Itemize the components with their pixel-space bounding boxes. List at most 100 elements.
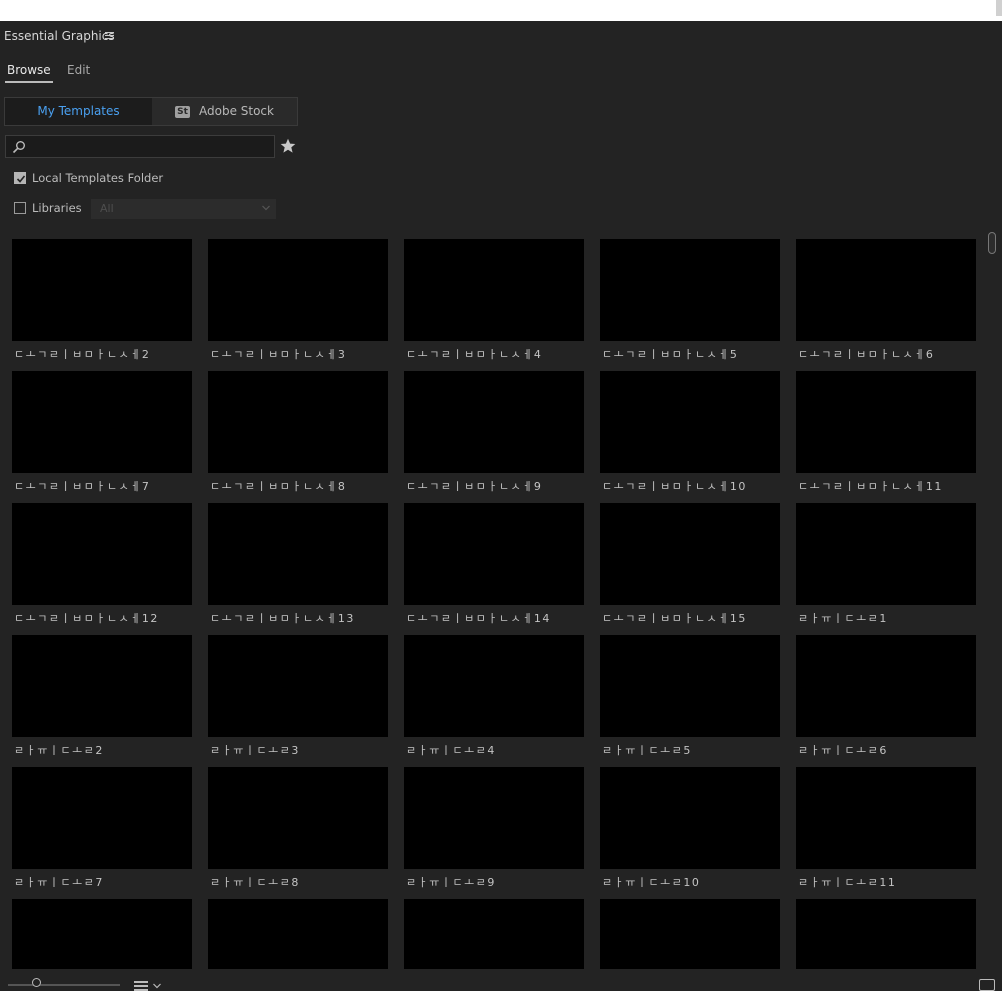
panel-title: Essential Graphics (4, 29, 115, 43)
template-thumbnail[interactable] (12, 503, 192, 605)
template-thumbnail[interactable] (208, 767, 388, 869)
template-thumbnail[interactable] (404, 503, 584, 605)
template-thumbnail[interactable] (12, 371, 192, 473)
template-tile[interactable]: ㄷㅗㄱㄹㅣㅂㅁㅏㄴㅅㅔ8 (208, 371, 388, 499)
template-thumbnail[interactable] (600, 635, 780, 737)
template-grid: ㄷㅗㄱㄹㅣㅂㅁㅏㄴㅅㅔ2 ㄷㅗㄱㄹㅣㅂㅁㅏㄴㅅㅔ3 ㄷㅗㄱㄹㅣㅂㅁㅏㄴㅅㅔ4 ㄷㅗㄱㄹ… (0, 231, 984, 969)
template-tile[interactable]: ㄷㅗㄱㄹㅣㅂㅁㅏㄴㅅㅔ4 (404, 239, 584, 367)
template-thumbnail[interactable] (404, 635, 584, 737)
tab-browse[interactable]: Browse (5, 63, 53, 83)
template-thumbnail[interactable] (796, 635, 976, 737)
template-thumbnail[interactable] (12, 635, 192, 737)
template-label: ㄹㅏㅠㅣㄷㅗㄹ5 (602, 744, 692, 757)
template-thumbnail[interactable] (796, 767, 976, 869)
template-thumbnail[interactable] (796, 503, 976, 605)
template-tile[interactable]: ㄷㅗㄱㄹㅣㅂㅁㅏㄴㅅㅔ15 (600, 503, 780, 631)
bottom-toolbar (0, 973, 1002, 991)
libraries-select-value: All (100, 202, 114, 215)
adobe-stock-icon: St (175, 106, 190, 118)
scrollbar-thumb[interactable] (988, 232, 996, 254)
template-tile[interactable]: ㄷㅗㄱㄹㅣㅂㅁㅏㄴㅅㅔ11 (796, 371, 976, 499)
grid-scrollbar[interactable] (985, 231, 999, 969)
local-templates-checkbox[interactable] (14, 172, 26, 184)
thumbnail-size-slider[interactable] (8, 984, 120, 986)
template-tile[interactable]: ㄷㅗㄱㄹㅣㅂㅁㅏㄴㅅㅔ7 (12, 371, 192, 499)
template-thumbnail[interactable] (796, 371, 976, 473)
template-thumbnail[interactable] (600, 239, 780, 341)
template-thumbnail[interactable] (600, 767, 780, 869)
template-tile[interactable] (404, 899, 584, 969)
template-tile[interactable]: ㄹㅏㅠㅣㄷㅗㄹ4 (404, 635, 584, 763)
list-sort-icon[interactable] (134, 981, 148, 991)
template-label: ㄷㅗㄱㄹㅣㅂㅁㅏㄴㅅㅔ6 (798, 348, 935, 361)
template-tile[interactable] (796, 899, 976, 969)
template-tile[interactable]: ㄹㅏㅠㅣㄷㅗㄹ7 (12, 767, 192, 895)
template-label: ㄹㅏㅠㅣㄷㅗㄹ1 (798, 612, 888, 625)
template-label: ㄷㅗㄱㄹㅣㅂㅁㅏㄴㅅㅔ8 (210, 480, 347, 493)
search-icon (12, 141, 25, 154)
template-tile[interactable] (208, 899, 388, 969)
template-tile[interactable]: ㄷㅗㄱㄹㅣㅂㅁㅏㄴㅅㅔ5 (600, 239, 780, 367)
template-label: ㄹㅏㅠㅣㄷㅗㄹ8 (210, 876, 300, 889)
template-tile[interactable]: ㄹㅏㅠㅣㄷㅗㄹ11 (796, 767, 976, 895)
libraries-select[interactable]: All (91, 199, 276, 219)
template-thumbnail[interactable] (12, 239, 192, 341)
template-thumbnail[interactable] (404, 899, 584, 969)
template-tile[interactable]: ㄷㅗㄱㄹㅣㅂㅁㅏㄴㅅㅔ9 (404, 371, 584, 499)
template-tile[interactable]: ㄹㅏㅠㅣㄷㅗㄹ3 (208, 635, 388, 763)
template-label: ㄹㅏㅠㅣㄷㅗㄹ11 (798, 876, 897, 889)
chevron-down-icon[interactable] (153, 983, 161, 989)
template-label: ㄷㅗㄱㄹㅣㅂㅁㅏㄴㅅㅔ9 (406, 480, 543, 493)
template-thumbnail[interactable] (208, 503, 388, 605)
template-thumbnail[interactable] (796, 899, 976, 969)
template-thumbnail[interactable] (12, 767, 192, 869)
template-thumbnail[interactable] (600, 371, 780, 473)
star-icon[interactable] (280, 138, 296, 154)
template-tile[interactable]: ㄷㅗㄱㄹㅣㅂㅁㅏㄴㅅㅔ2 (12, 239, 192, 367)
template-thumbnail[interactable] (600, 899, 780, 969)
new-item-icon[interactable] (979, 979, 995, 991)
adobe-stock-button[interactable]: St Adobe Stock (152, 98, 297, 125)
template-thumbnail[interactable] (796, 239, 976, 341)
template-tile[interactable]: ㄹㅏㅠㅣㄷㅗㄹ6 (796, 635, 976, 763)
template-tile[interactable]: ㄷㅗㄱㄹㅣㅂㅁㅏㄴㅅㅔ3 (208, 239, 388, 367)
search-input[interactable] (30, 138, 274, 157)
template-thumbnail[interactable] (404, 239, 584, 341)
template-tile[interactable]: ㄹㅏㅠㅣㄷㅗㄹ1 (796, 503, 976, 631)
thumbnail-size-slider-handle[interactable] (32, 978, 41, 987)
template-thumbnail[interactable] (208, 371, 388, 473)
template-label: ㄷㅗㄱㄹㅣㅂㅁㅏㄴㅅㅔ12 (14, 612, 159, 625)
template-thumbnail[interactable] (600, 503, 780, 605)
template-label: ㄹㅏㅠㅣㄷㅗㄹ6 (798, 744, 888, 757)
template-thumbnail[interactable] (404, 767, 584, 869)
template-tile[interactable]: ㄹㅏㅠㅣㄷㅗㄹ10 (600, 767, 780, 895)
template-label: ㄷㅗㄱㄹㅣㅂㅁㅏㄴㅅㅔ5 (602, 348, 739, 361)
template-tile[interactable]: ㄹㅏㅠㅣㄷㅗㄹ8 (208, 767, 388, 895)
template-tile[interactable]: ㄷㅗㄱㄹㅣㅂㅁㅏㄴㅅㅔ12 (12, 503, 192, 631)
my-templates-button[interactable]: My Templates (5, 98, 153, 125)
template-tile[interactable]: ㄹㅏㅠㅣㄷㅗㄹ5 (600, 635, 780, 763)
template-tile[interactable]: ㄷㅗㄱㄹㅣㅂㅁㅏㄴㅅㅔ14 (404, 503, 584, 631)
template-label: ㄹㅏㅠㅣㄷㅗㄹ10 (602, 876, 701, 889)
template-thumbnail[interactable] (12, 899, 192, 969)
tab-edit[interactable]: Edit (67, 63, 90, 77)
template-label: ㄹㅏㅠㅣㄷㅗㄹ4 (406, 744, 496, 757)
essential-graphics-panel: Essential Graphics Browse Edit My Templa… (0, 21, 1002, 991)
search-box[interactable] (5, 135, 275, 158)
template-tile[interactable] (600, 899, 780, 969)
libraries-checkbox[interactable] (14, 202, 26, 214)
template-tile[interactable]: ㄹㅏㅠㅣㄷㅗㄹ9 (404, 767, 584, 895)
template-tile[interactable] (12, 899, 192, 969)
template-label: ㄷㅗㄱㄹㅣㅂㅁㅏㄴㅅㅔ11 (798, 480, 943, 493)
chevron-down-icon (262, 205, 270, 211)
template-tile[interactable]: ㄷㅗㄱㄹㅣㅂㅁㅏㄴㅅㅔ13 (208, 503, 388, 631)
template-label: ㄷㅗㄱㄹㅣㅂㅁㅏㄴㅅㅔ10 (602, 480, 747, 493)
template-thumbnail[interactable] (208, 899, 388, 969)
template-tile[interactable]: ㄹㅏㅠㅣㄷㅗㄹ2 (12, 635, 192, 763)
template-tile[interactable]: ㄷㅗㄱㄹㅣㅂㅁㅏㄴㅅㅔ10 (600, 371, 780, 499)
template-tile[interactable]: ㄷㅗㄱㄹㅣㅂㅁㅏㄴㅅㅔ6 (796, 239, 976, 367)
template-thumbnail[interactable] (404, 371, 584, 473)
panel-menu-icon[interactable] (105, 32, 114, 40)
template-thumbnail[interactable] (208, 635, 388, 737)
template-thumbnail[interactable] (208, 239, 388, 341)
